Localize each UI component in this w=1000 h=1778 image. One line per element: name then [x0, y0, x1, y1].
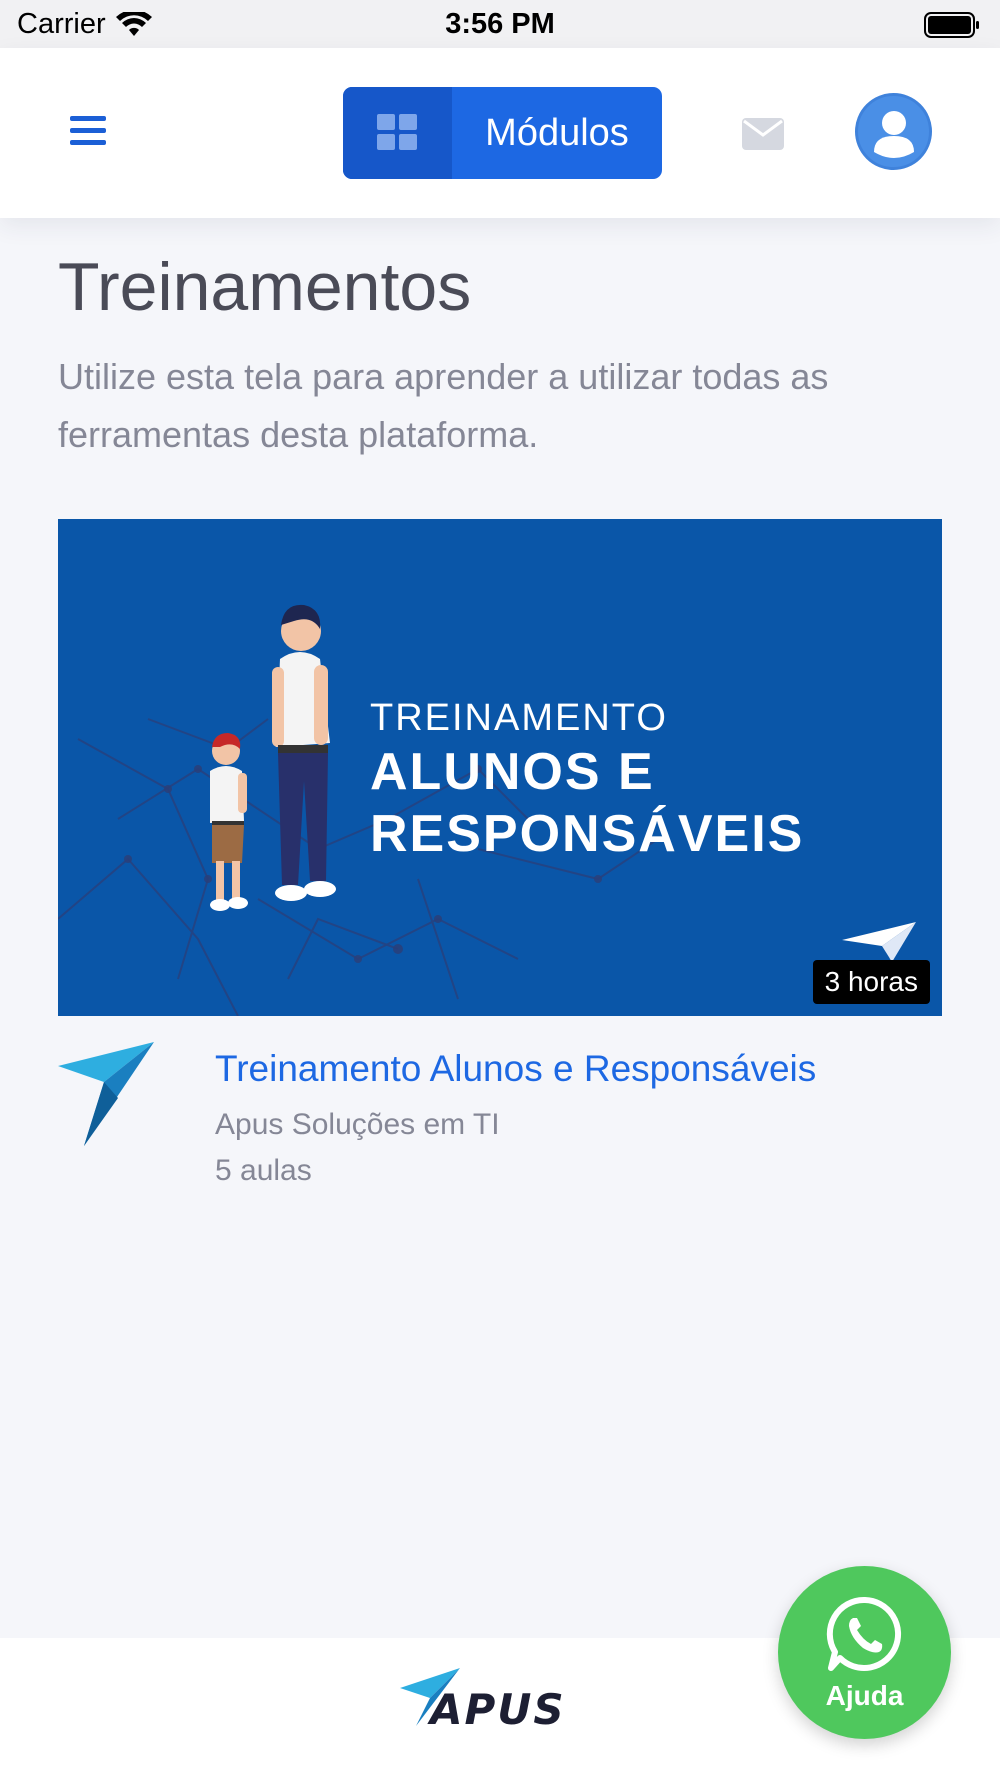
hamburger-icon[interactable]	[70, 116, 106, 148]
page-subtitle: Utilize esta tela para aprender a utiliz…	[58, 356, 829, 455]
battery-icon	[924, 12, 979, 38]
modules-label: Módulos	[485, 111, 629, 154]
page-title: Treinamentos	[58, 249, 472, 325]
duration-badge: 3 horas	[812, 960, 930, 1004]
status-bar: Carrier 3:56 PM	[0, 0, 1000, 48]
help-label: Ajuda	[825, 1679, 904, 1711]
modules-button[interactable]: Módulos	[343, 87, 662, 179]
top-navbar: Módulos	[0, 48, 1000, 218]
man-and-child-illustration	[210, 604, 336, 911]
apus-bird-logo-icon	[58, 1042, 154, 1146]
course-card[interactable]: TREINAMENTO ALUNOS E RESPONSÁVEIS 3 hora…	[58, 519, 942, 1216]
course-author: Apus Soluções em TI	[215, 1108, 500, 1141]
mail-icon[interactable]	[742, 118, 784, 150]
user-avatar-icon[interactable]	[855, 93, 932, 170]
course-title-link[interactable]: Treinamento Alunos e Responsáveis	[215, 1048, 816, 1090]
apus-logo: APUS	[400, 1668, 566, 1730]
status-time: 3:56 PM	[445, 8, 555, 40]
course-banner[interactable]: TREINAMENTO ALUNOS E RESPONSÁVEIS 3 hora…	[58, 519, 942, 1016]
whatsapp-icon	[826, 1596, 901, 1671]
banner-heading-small: TREINAMENTO	[370, 697, 668, 739]
footer-logo-text: APUS	[427, 1685, 566, 1730]
grid-icon	[343, 87, 452, 179]
course-info: Treinamento Alunos e Responsáveis Apus S…	[58, 1016, 942, 1216]
course-lesson-count: 5 aulas	[215, 1154, 312, 1187]
help-whatsapp-button[interactable]: Ajuda	[778, 1566, 951, 1739]
banner-heading-large: ALUNOS E RESPONSÁVEIS	[370, 743, 805, 863]
